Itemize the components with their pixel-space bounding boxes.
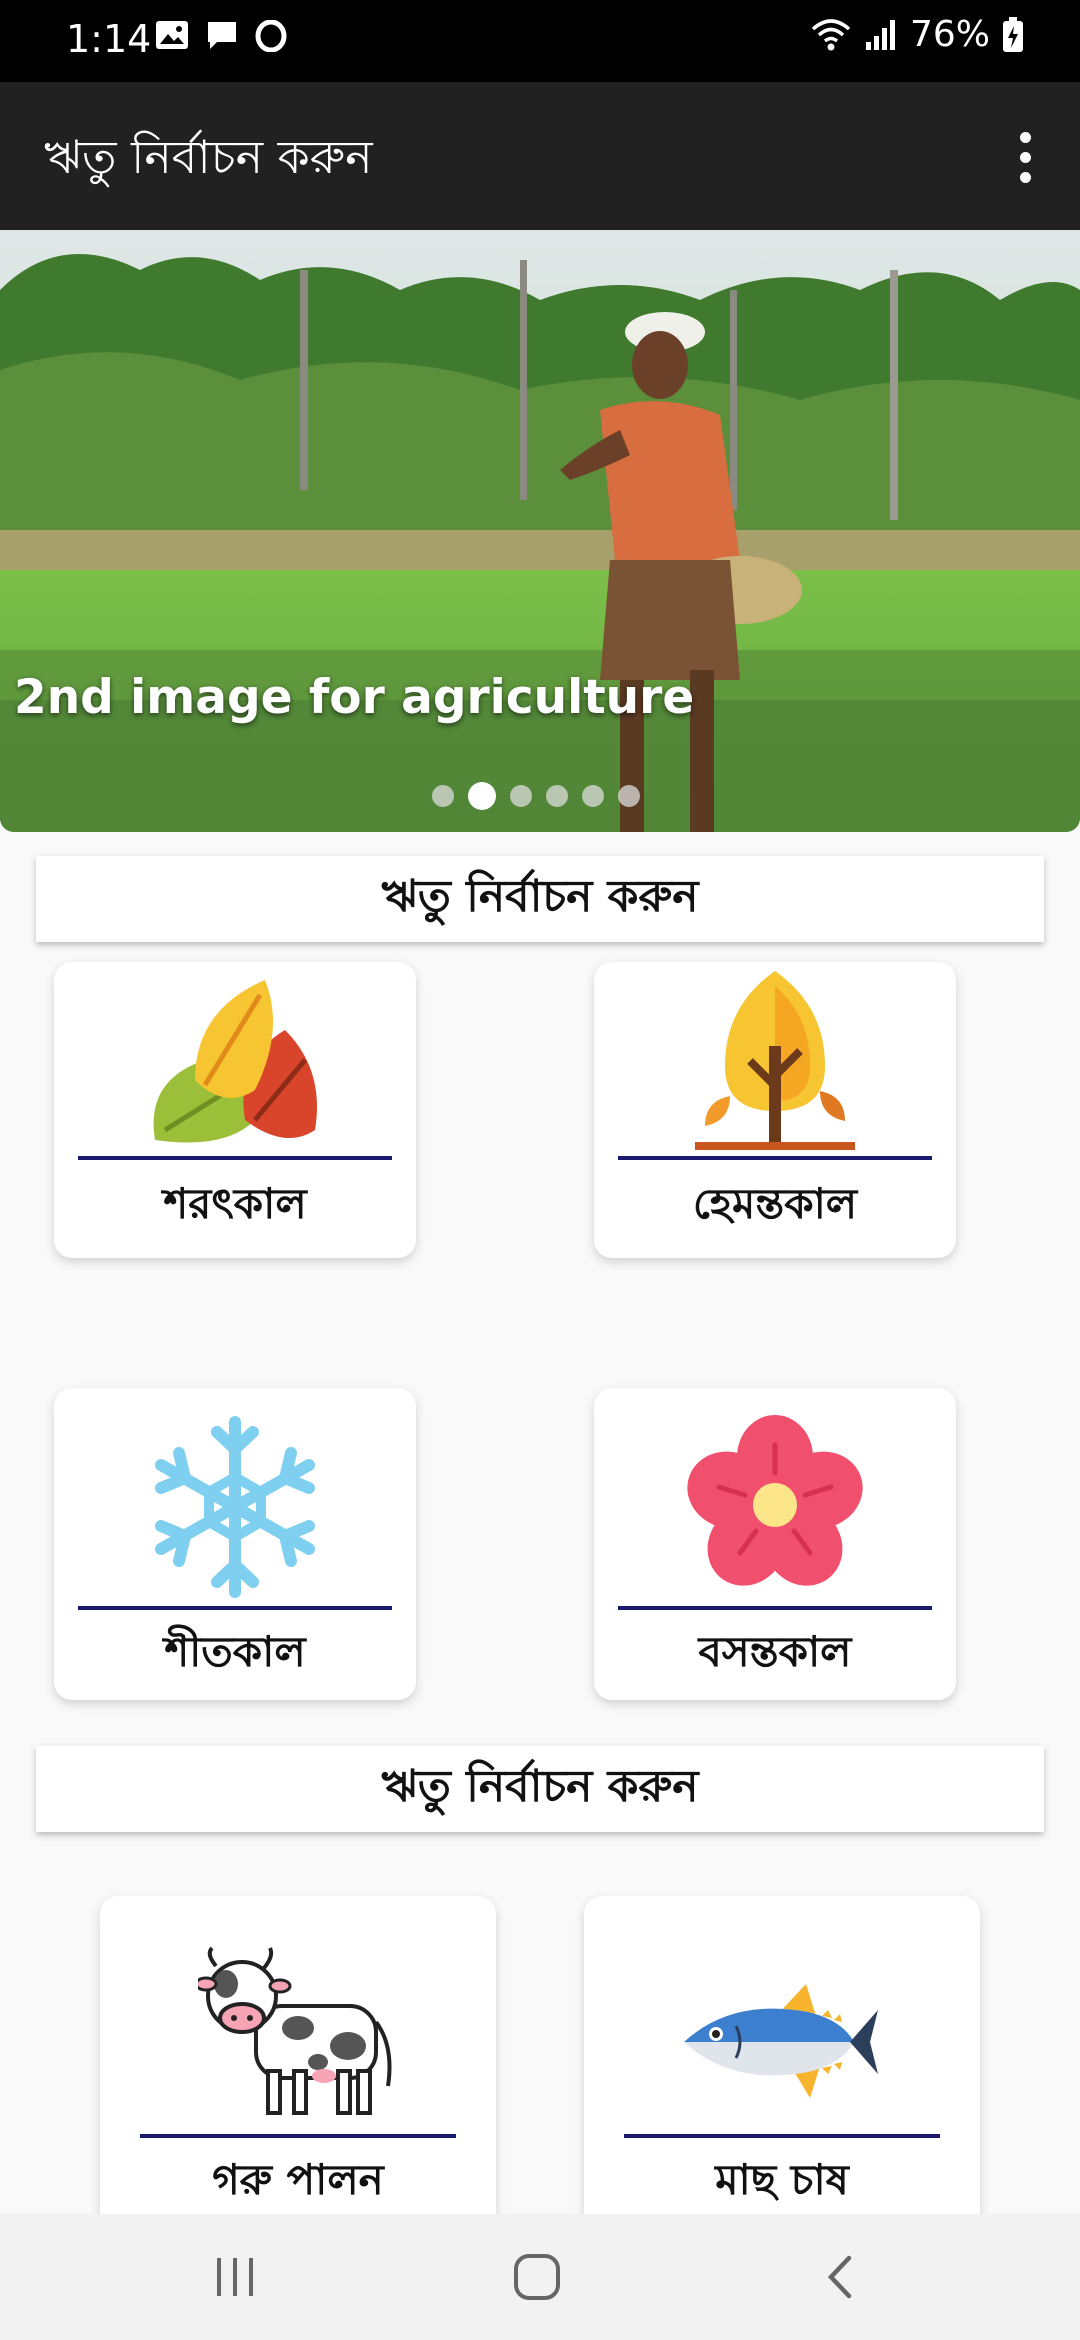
flower-icon	[687, 1415, 863, 1586]
season-card-late-autumn[interactable]: হেমন্তকাল	[594, 962, 956, 1258]
season-label: হেমন্তকাল	[692, 1179, 858, 1228]
tree-icon	[695, 971, 855, 1150]
section-header-farming: ঋতু নির্বাচন করুন	[36, 1746, 1044, 1832]
season-card-spring[interactable]: বসন্তকাল	[594, 1388, 956, 1700]
slide-dot-active[interactable]	[468, 782, 496, 810]
banner-caption: 2nd image for agriculture	[14, 670, 695, 725]
app-bar: ঋতু নির্বাচন করুন	[0, 82, 1080, 230]
season-card-autumn[interactable]: শরৎকাল	[54, 962, 416, 1258]
slide-dot[interactable]	[510, 785, 532, 807]
agriculture-photo	[0, 230, 1080, 832]
card-divider	[618, 1156, 932, 1160]
slide-dot[interactable]	[546, 785, 568, 807]
battery-charging-icon	[1003, 16, 1023, 52]
slide-indicator	[432, 782, 640, 810]
gallery-icon	[156, 21, 188, 49]
opera-icon	[255, 20, 287, 52]
signal-icon	[865, 19, 895, 50]
slide-dot[interactable]	[618, 785, 640, 807]
card-divider	[140, 2134, 456, 2138]
system-nav-bar	[0, 2214, 1080, 2340]
message-icon	[208, 22, 236, 49]
snowflake-icon	[155, 1416, 315, 1598]
autumn-leaves-icon	[153, 980, 317, 1143]
more-vert-icon[interactable]	[990, 122, 1060, 192]
slide-dot[interactable]	[582, 785, 604, 807]
category-label: মাছ চাষ	[715, 2155, 849, 2204]
home-icon[interactable]	[492, 2242, 582, 2312]
back-icon[interactable]	[794, 2242, 884, 2312]
card-divider	[78, 1156, 392, 1160]
image-slider[interactable]: 2nd image for agriculture	[0, 230, 1080, 832]
card-divider	[78, 1606, 392, 1610]
category-card-cattle[interactable]: গরু পালন	[100, 1896, 496, 2236]
card-divider	[618, 1606, 932, 1610]
cow-icon	[198, 1946, 392, 2115]
season-label: শরৎকাল	[163, 1179, 307, 1228]
status-bar: 1:14 76%	[0, 0, 1080, 82]
status-time: 1:14	[66, 17, 152, 61]
category-card-fish[interactable]: মাছ চাষ	[584, 1896, 980, 2236]
season-card-winter[interactable]: শীতকাল	[54, 1388, 416, 1700]
slide-dot[interactable]	[432, 785, 454, 807]
page-title: ঋতু নির্বাচন করুন	[44, 130, 373, 184]
recent-apps-icon[interactable]	[190, 2242, 280, 2312]
section-header-seasons: ঋতু নির্বাচন করুন	[36, 856, 1044, 942]
season-label: শীতকাল	[164, 1627, 306, 1676]
season-label: বসন্তকাল	[698, 1627, 852, 1676]
battery-percent: 76%	[909, 14, 990, 55]
wifi-icon	[811, 18, 851, 50]
category-label: গরু পালন	[212, 2155, 384, 2204]
card-divider	[624, 2134, 940, 2138]
fish-icon	[684, 1984, 878, 2098]
